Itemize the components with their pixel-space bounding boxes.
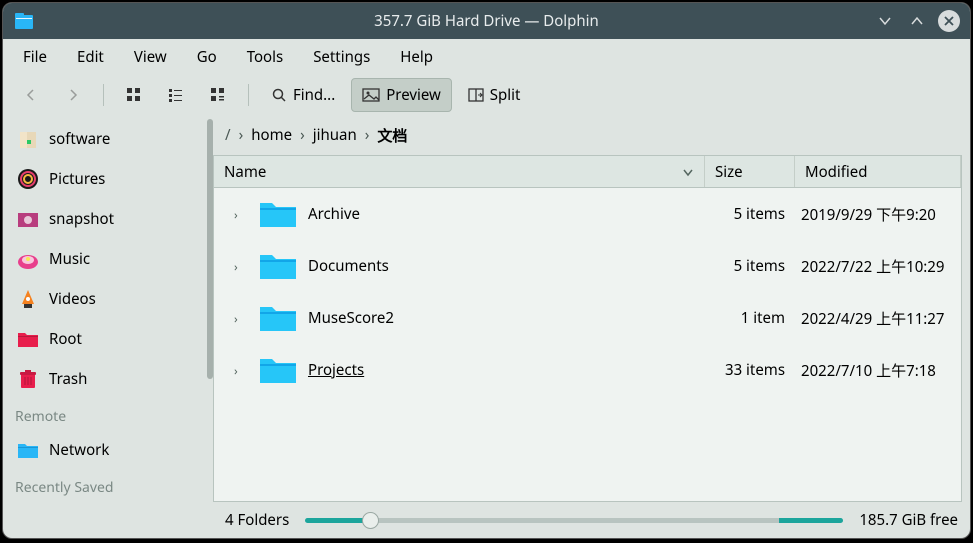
details-view-button[interactable] [200,81,236,109]
music-icon [15,246,41,272]
expand-icon[interactable]: › [234,206,248,223]
sidebar-item-snapshot[interactable]: snapshot [3,199,213,239]
column-size[interactable]: Size [705,156,795,187]
icons-view-button[interactable] [116,81,152,109]
find-button[interactable]: Find... [261,79,345,111]
status-bar: 4 Folders 185.7 GiB free [213,502,970,538]
file-name: Projects [308,360,364,380]
file-modified: 2019/9/29 下午9:20 [795,204,961,225]
file-row[interactable]: › Projects 33 items 2022/7/10 上午7:18 [214,344,961,396]
menubar: File Edit View Go Tools Settings Help [3,39,970,75]
pictures-icon [15,166,41,192]
main-view: / › home › jihuan › 文档 Name Size Modifie… [213,115,970,538]
chevron-right-icon: › [365,125,370,145]
compact-view-button[interactable] [158,81,194,109]
sidebar-item-network[interactable]: Network [3,430,213,470]
sidebar-item-label: Root [49,329,82,349]
folder-icon [256,247,300,285]
preview-label: Preview [386,85,441,105]
sidebar-scrollbar[interactable] [207,119,213,379]
file-row[interactable]: › Archive 5 items 2019/9/29 下午9:20 [214,188,961,240]
breadcrumb-root[interactable]: / [225,125,231,145]
expand-icon[interactable]: › [234,258,248,275]
sidebar-section-recent: Recently Saved [3,470,213,501]
sidebar-item-software[interactable]: software [3,119,213,159]
breadcrumb-current[interactable]: 文档 [377,125,407,146]
status-freespace: 185.7 GiB free [859,510,958,530]
file-size: 1 item [705,308,795,328]
file-list-header: Name Size Modified [214,156,961,188]
sidebar-item-music[interactable]: Music [3,239,213,279]
zoom-slider[interactable] [305,518,843,523]
menu-view[interactable]: View [120,41,181,73]
window-title: 357.7 GiB Hard Drive — Dolphin [3,11,970,31]
menu-settings[interactable]: Settings [299,41,384,73]
sidebar-item-label: software [49,129,110,149]
sidebar-section-remote: Remote [3,399,213,430]
column-modified[interactable]: Modified [795,156,961,187]
main-window: 357.7 GiB Hard Drive — Dolphin File Edit… [2,2,971,539]
sidebar-item-label: Videos [49,289,96,309]
menu-tools[interactable]: Tools [233,41,298,73]
snapshot-icon [15,206,41,232]
network-icon [15,437,41,463]
file-name: MuseScore2 [308,308,394,328]
sidebar-item-videos[interactable]: Videos [3,279,213,319]
sidebar-item-label: Pictures [49,169,105,189]
split-label: Split [490,85,521,105]
videos-icon [15,286,41,312]
maximize-button[interactable] [906,10,928,32]
trash-icon [15,366,41,392]
file-name: Documents [308,256,389,276]
find-label: Find... [293,85,335,105]
chevron-right-icon: › [239,125,244,145]
expand-icon[interactable]: › [234,310,248,327]
menu-go[interactable]: Go [183,41,231,73]
folder-icon [256,351,300,389]
sidebar-item-label: Trash [49,369,87,389]
folder-icon [256,299,300,337]
breadcrumb-home[interactable]: home [251,125,292,145]
split-button[interactable]: Split [458,79,531,111]
root-folder-icon [15,326,41,352]
status-count: 4 Folders [225,510,289,530]
file-modified: 2022/7/10 上午7:18 [795,360,961,381]
file-row[interactable]: › MuseScore2 1 item 2022/4/29 上午11:27 [214,292,961,344]
folder-icon [256,195,300,233]
breadcrumb: / › home › jihuan › 文档 [213,115,970,155]
back-button[interactable] [13,81,49,109]
close-button[interactable] [938,10,960,32]
sidebar-item-label: snapshot [49,209,114,229]
file-modified: 2022/4/29 上午11:27 [795,308,961,329]
file-size: 5 items [705,256,795,276]
file-name: Archive [308,204,360,224]
titlebar[interactable]: 357.7 GiB Hard Drive — Dolphin [3,3,970,39]
expand-icon[interactable]: › [234,362,248,379]
file-size: 33 items [705,360,795,380]
sidebar-item-label: Network [49,440,109,460]
file-size: 5 items [705,204,795,224]
menu-edit[interactable]: Edit [63,41,118,73]
sidebar-item-label: Music [49,249,90,269]
preview-button[interactable]: Preview [351,78,452,112]
file-modified: 2022/7/22 上午10:29 [795,256,961,277]
app-icon [13,10,35,32]
forward-button[interactable] [55,81,91,109]
sidebar: software Pictures snapshot Music Videos … [3,115,213,538]
slider-thumb[interactable] [362,512,379,529]
file-row[interactable]: › Documents 5 items 2022/7/22 上午10:29 [214,240,961,292]
breadcrumb-user[interactable]: jihuan [313,125,357,145]
toolbar: Find... Preview Split [3,75,970,115]
sidebar-item-trash[interactable]: Trash [3,359,213,399]
minimize-button[interactable] [874,10,896,32]
menu-help[interactable]: Help [386,41,447,73]
file-list: Name Size Modified › Archive 5 items 2019… [213,155,962,502]
chevron-right-icon: › [300,125,305,145]
sort-indicator-icon [682,166,694,178]
package-icon [15,126,41,152]
sidebar-item-root[interactable]: Root [3,319,213,359]
menu-file[interactable]: File [9,41,61,73]
sidebar-item-pictures[interactable]: Pictures [3,159,213,199]
column-name[interactable]: Name [214,156,705,187]
